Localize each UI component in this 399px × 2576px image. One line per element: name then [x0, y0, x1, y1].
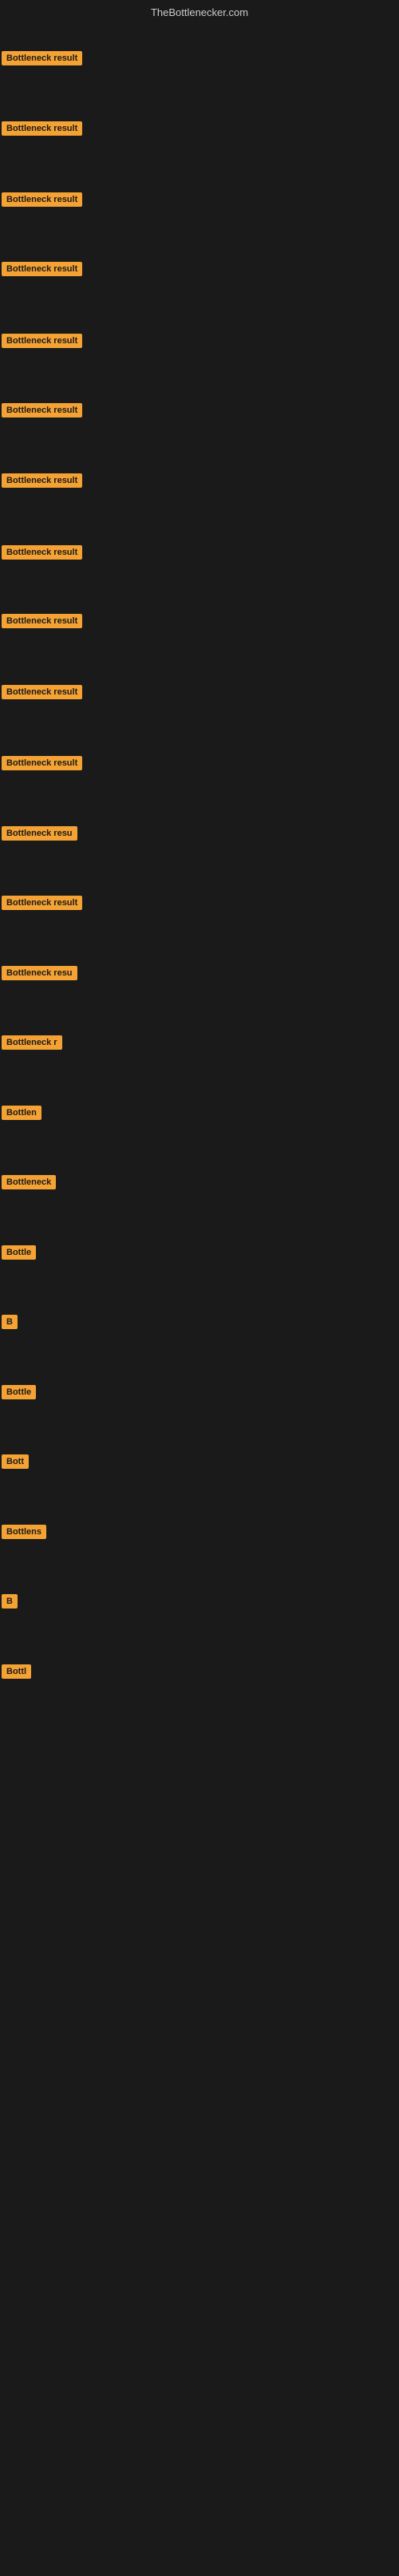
bottleneck-item: Bottleneck result — [0, 121, 82, 140]
bottleneck-item: Bottleneck result — [0, 685, 82, 703]
bottleneck-badge[interactable]: Bottleneck — [2, 1175, 56, 1189]
bottleneck-badge[interactable]: Bottleneck r — [2, 1035, 62, 1050]
bottleneck-item: B — [0, 1594, 18, 1612]
site-title: TheBottlenecker.com — [151, 6, 248, 18]
bottleneck-item: Bottleneck result — [0, 756, 82, 774]
bottleneck-badge[interactable]: Bottleneck result — [2, 121, 82, 136]
bottleneck-item: Bottlen — [0, 1106, 41, 1124]
bottleneck-badge[interactable]: Bottlen — [2, 1106, 41, 1120]
bottleneck-item: Bottleneck resu — [0, 966, 77, 984]
bottleneck-item: Bottle — [0, 1385, 36, 1403]
bottleneck-item: Bottleneck result — [0, 334, 82, 352]
bottleneck-badge[interactable]: Bottleneck result — [2, 403, 82, 417]
bottleneck-badge[interactable]: Bottlens — [2, 1525, 46, 1539]
bottleneck-badge[interactable]: Bottleneck result — [2, 756, 82, 770]
bottleneck-item: Bottleneck result — [0, 403, 82, 421]
bottleneck-badge[interactable]: B — [2, 1315, 18, 1329]
bottleneck-badge[interactable]: Bottleneck resu — [2, 966, 77, 980]
bottleneck-badge[interactable]: Bottleneck result — [2, 896, 82, 910]
bottleneck-badge[interactable]: Bottl — [2, 1664, 31, 1679]
bottleneck-item: Bottleneck result — [0, 545, 82, 564]
bottleneck-item: Bottleneck result — [0, 262, 82, 280]
bottleneck-badge[interactable]: Bottleneck result — [2, 685, 82, 699]
bottleneck-item: Bottleneck r — [0, 1035, 62, 1054]
bottleneck-item: Bottleneck result — [0, 896, 82, 914]
bottleneck-badge[interactable]: Bottleneck result — [2, 614, 82, 628]
bottleneck-item: Bottleneck resu — [0, 826, 77, 845]
bottleneck-item: Bottl — [0, 1664, 31, 1683]
items-container: Bottleneck result Bottleneck result Bottle… — [0, 22, 399, 2576]
site-header: TheBottlenecker.com — [0, 0, 399, 22]
bottleneck-item: Bottle — [0, 1245, 36, 1264]
bottleneck-item: Bott — [0, 1454, 29, 1473]
bottleneck-badge[interactable]: Bottleneck result — [2, 473, 82, 488]
bottleneck-item: Bottlens — [0, 1525, 46, 1543]
bottleneck-item: Bottleneck result — [0, 614, 82, 632]
bottleneck-item: Bottleneck result — [0, 192, 82, 211]
bottleneck-badge[interactable]: Bottleneck result — [2, 51, 82, 65]
bottleneck-badge[interactable]: Bottle — [2, 1385, 36, 1399]
bottleneck-badge[interactable]: Bottleneck result — [2, 334, 82, 348]
bottleneck-badge[interactable]: Bottleneck result — [2, 262, 82, 276]
bottleneck-badge[interactable]: Bott — [2, 1454, 29, 1469]
bottleneck-badge[interactable]: Bottleneck resu — [2, 826, 77, 841]
bottleneck-badge[interactable]: Bottle — [2, 1245, 36, 1260]
bottleneck-item: B — [0, 1315, 18, 1333]
bottleneck-item: Bottleneck result — [0, 473, 82, 492]
bottleneck-badge[interactable]: Bottleneck result — [2, 192, 82, 207]
bottleneck-item: Bottleneck result — [0, 51, 82, 69]
bottleneck-badge[interactable]: B — [2, 1594, 18, 1609]
bottleneck-item: Bottleneck — [0, 1175, 56, 1193]
bottleneck-badge[interactable]: Bottleneck result — [2, 545, 82, 560]
